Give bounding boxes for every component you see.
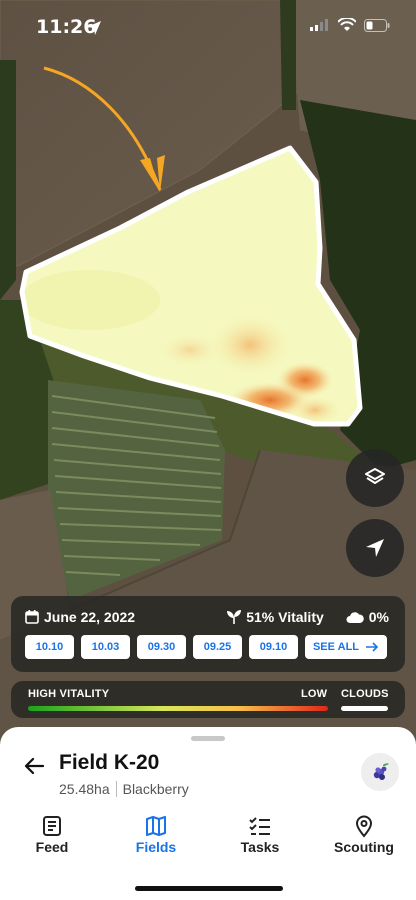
document-icon <box>43 816 61 836</box>
wifi-icon <box>338 18 356 31</box>
sheet-handle[interactable] <box>191 736 225 741</box>
imagery-info-row: June 22, 2022 51% Vitality 0% <box>25 606 389 628</box>
date-chip[interactable]: 10.03 <box>81 635 130 659</box>
location-pin-icon <box>355 815 373 838</box>
status-bar: 11:26 <box>0 0 416 52</box>
tab-bar: Feed Fields Tasks Scouting <box>0 808 416 868</box>
blackberry-icon <box>373 763 389 780</box>
cloud-icon <box>346 612 364 623</box>
imagery-date[interactable]: June 22, 2022 <box>44 609 135 625</box>
tab-label: Feed <box>35 839 69 855</box>
location-arrow-icon <box>87 21 101 35</box>
vitality-legend: HIGH VITALITY LOW CLOUDS <box>11 681 405 718</box>
back-arrow-icon[interactable] <box>24 757 44 775</box>
date-chip[interactable]: 09.25 <box>193 635 242 659</box>
layers-button[interactable] <box>346 449 404 507</box>
date-chip[interactable]: 10.10 <box>25 635 74 659</box>
my-location-button[interactable] <box>346 519 404 577</box>
legend-clouds-label: CLOUDS <box>341 688 389 700</box>
checklist-icon <box>249 817 270 835</box>
arrow-right-icon <box>366 642 379 652</box>
calendar-icon <box>25 610 39 624</box>
date-chip[interactable]: 09.10 <box>249 635 298 659</box>
tab-label: Tasks <box>240 839 280 855</box>
crop-avatar[interactable] <box>361 753 399 791</box>
see-all-button[interactable]: SEE ALL <box>305 635 387 659</box>
vitality-gradient-bar <box>28 706 328 711</box>
layers-icon <box>365 468 385 484</box>
sprout-icon <box>227 610 242 624</box>
imagery-panel: June 22, 2022 51% Vitality 0% 10.10 10.0… <box>11 596 405 672</box>
cellular-signal-icon <box>310 19 328 31</box>
vitality-value: 51% Vitality <box>246 609 324 625</box>
legend-bars <box>28 706 388 711</box>
field-crop: Blackberry <box>122 781 189 797</box>
legend-high-label: HIGH VITALITY <box>28 688 110 700</box>
battery-icon <box>364 18 390 32</box>
legend-low-label: LOW <box>301 688 328 700</box>
field-name: Field K-20 <box>59 751 160 774</box>
field-sheet: Field K-20 25.48ha Blackberry Feed Field… <box>0 727 416 900</box>
see-all-label: SEE ALL <box>312 641 360 653</box>
date-chip[interactable]: 09.30 <box>137 635 186 659</box>
clouds-value: 0% <box>368 609 389 625</box>
tab-label: Fields <box>135 839 177 855</box>
map-icon <box>146 816 166 836</box>
home-indicator <box>135 886 283 891</box>
navigation-arrow-icon <box>366 539 384 557</box>
field-area: 25.48ha <box>59 781 110 797</box>
date-chips: 10.10 10.03 09.30 09.25 09.10 SEE ALL <box>25 635 387 659</box>
clouds-bar <box>341 706 388 711</box>
tab-label: Scouting <box>334 839 394 855</box>
divider <box>115 781 117 797</box>
